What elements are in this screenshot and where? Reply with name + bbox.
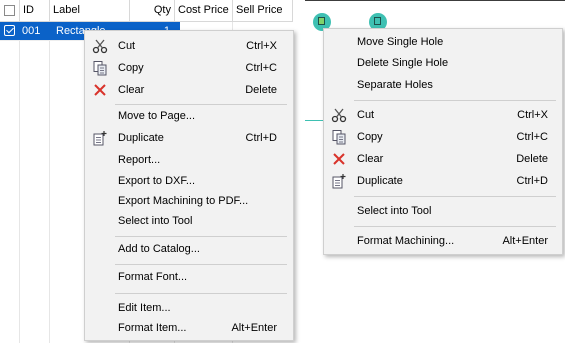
menu-item-cut[interactable]: Cut Ctrl+X bbox=[85, 35, 293, 57]
grid-divider bbox=[19, 22, 20, 343]
duplicate-icon bbox=[332, 174, 346, 189]
hole-selected-square bbox=[318, 17, 325, 25]
menu-item-label: Move Single Hole bbox=[357, 36, 444, 48]
menu-item-label: Report... bbox=[118, 154, 161, 166]
panel-edge-line bbox=[305, 0, 565, 1]
menu-item-label: Format Machining... bbox=[357, 235, 455, 247]
menu-item-label: Select into Tool bbox=[118, 215, 193, 227]
column-header-id[interactable]: ID bbox=[20, 0, 50, 21]
menu-item-label: Cut bbox=[357, 109, 375, 121]
menu-item-label: Edit Item... bbox=[118, 302, 171, 314]
menu-separator bbox=[115, 264, 287, 265]
menu-item-select-into-tool[interactable]: Select into Tool bbox=[324, 200, 562, 222]
scissors-icon bbox=[331, 108, 347, 123]
menu-item-shortcut: Ctrl+C bbox=[245, 62, 277, 74]
column-header-cost-price[interactable]: Cost Price bbox=[175, 0, 233, 21]
grid-divider bbox=[49, 22, 50, 343]
scissors-icon bbox=[92, 39, 108, 54]
menu-item-label: Add to Catalog... bbox=[118, 243, 200, 255]
menu-item-format-item[interactable]: Format Item... Alt+Enter bbox=[85, 317, 293, 339]
hole-square bbox=[374, 17, 381, 25]
menu-item-add-to-catalog[interactable]: Add to Catalog... bbox=[85, 238, 293, 260]
menu-item-format-font[interactable]: Format Font... bbox=[85, 266, 293, 288]
hole-context-menu: Move Single Hole Delete Single Hole Sepa… bbox=[323, 28, 563, 255]
menu-item-duplicate[interactable]: Duplicate Ctrl+D bbox=[324, 170, 562, 192]
hole-guide-line bbox=[305, 120, 323, 121]
menu-item-shortcut: Ctrl+C bbox=[516, 131, 548, 143]
menu-item-label: Separate Holes bbox=[357, 79, 433, 91]
menu-item-label: Cut bbox=[118, 40, 136, 52]
menu-item-copy[interactable]: Copy Ctrl+C bbox=[324, 126, 562, 148]
column-header-sell-price[interactable]: Sell Price bbox=[233, 0, 293, 21]
menu-item-edit-item[interactable]: Edit Item... bbox=[85, 297, 293, 319]
menu-item-duplicate[interactable]: Duplicate Ctrl+D bbox=[85, 127, 293, 149]
menu-item-shortcut: Delete bbox=[245, 84, 277, 96]
menu-item-shortcut: Ctrl+X bbox=[517, 109, 548, 121]
menu-item-label: Select into Tool bbox=[357, 205, 432, 217]
menu-item-clear[interactable]: Clear Delete bbox=[324, 148, 562, 170]
menu-item-report[interactable]: Report... bbox=[85, 149, 293, 171]
copy-icon bbox=[332, 130, 346, 145]
menu-item-shortcut: Ctrl+X bbox=[246, 40, 277, 52]
menu-item-label: Copy bbox=[357, 131, 383, 143]
menu-item-move-single-hole[interactable]: Move Single Hole bbox=[324, 31, 562, 53]
menu-item-shortcut: Ctrl+D bbox=[245, 132, 277, 144]
row-checkbox[interactable] bbox=[4, 25, 15, 36]
menu-item-shortcut: Alt+Enter bbox=[502, 235, 548, 247]
menu-item-format-machining[interactable]: Format Machining... Alt+Enter bbox=[324, 230, 562, 252]
clear-x-icon bbox=[94, 84, 106, 96]
menu-item-move-to-page[interactable]: Move to Page... bbox=[85, 105, 293, 127]
grid-header: ID Label Qty Cost Price Sell Price bbox=[0, 0, 293, 22]
menu-item-separate-holes[interactable]: Separate Holes bbox=[324, 74, 562, 96]
select-all-checkbox[interactable] bbox=[4, 5, 15, 16]
menu-item-label: Export to DXF... bbox=[118, 175, 196, 187]
menu-item-label: Format Item... bbox=[118, 322, 187, 334]
column-header-qty[interactable]: Qty bbox=[130, 0, 175, 21]
menu-item-export-dxf[interactable]: Export to DXF... bbox=[85, 170, 293, 192]
menu-separator bbox=[115, 293, 287, 294]
item-context-menu: Cut Ctrl+X Copy Ctrl+C Clear Delete Move… bbox=[84, 30, 294, 341]
menu-item-export-machining-pdf[interactable]: Export Machining to PDF... bbox=[85, 190, 293, 212]
menu-separator bbox=[354, 226, 556, 227]
menu-item-label: Clear bbox=[118, 84, 145, 96]
copy-icon bbox=[93, 61, 107, 76]
menu-item-label: Format Font... bbox=[118, 271, 188, 283]
menu-item-label: Export Machining to PDF... bbox=[118, 195, 249, 207]
menu-item-cut[interactable]: Cut Ctrl+X bbox=[324, 104, 562, 126]
menu-item-select-into-tool[interactable]: Select into Tool bbox=[85, 210, 293, 232]
menu-item-label: Duplicate bbox=[357, 175, 403, 187]
menu-item-clear[interactable]: Clear Delete bbox=[85, 79, 293, 101]
menu-item-label: Duplicate bbox=[118, 132, 164, 144]
select-all-cell[interactable] bbox=[0, 0, 20, 21]
menu-separator bbox=[354, 196, 556, 197]
menu-separator bbox=[354, 100, 556, 101]
duplicate-icon bbox=[93, 131, 107, 146]
menu-item-copy[interactable]: Copy Ctrl+C bbox=[85, 57, 293, 79]
clear-x-icon bbox=[333, 153, 345, 165]
menu-item-delete-single-hole[interactable]: Delete Single Hole bbox=[324, 52, 562, 74]
menu-item-shortcut: Alt+Enter bbox=[231, 322, 277, 334]
menu-item-label: Copy bbox=[118, 62, 144, 74]
column-header-label[interactable]: Label bbox=[50, 0, 130, 21]
cell-id: 001 bbox=[22, 25, 41, 37]
menu-item-label: Clear bbox=[357, 153, 384, 165]
menu-separator bbox=[115, 236, 287, 237]
menu-item-label: Delete Single Hole bbox=[357, 57, 449, 69]
menu-item-label: Move to Page... bbox=[118, 110, 196, 122]
menu-item-shortcut: Delete bbox=[516, 153, 548, 165]
menu-item-shortcut: Ctrl+D bbox=[516, 175, 548, 187]
